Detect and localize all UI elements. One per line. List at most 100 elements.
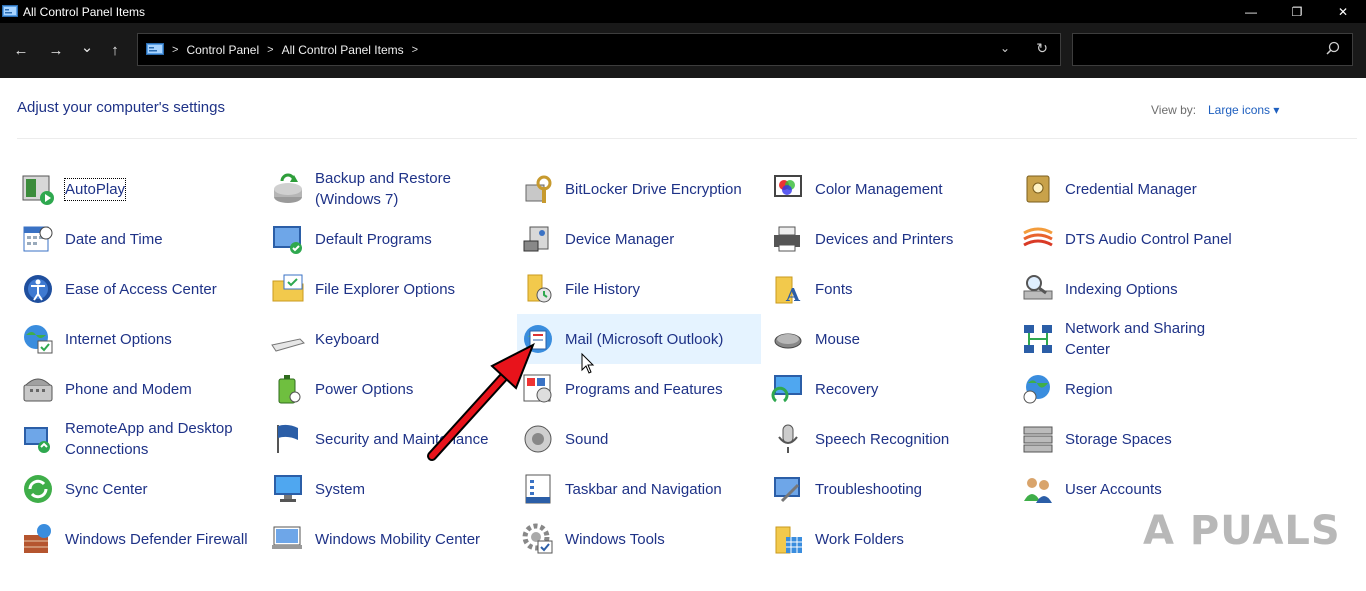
item-sound[interactable]: Sound (517, 414, 761, 464)
window-title: All Control Panel Items (23, 4, 146, 19)
printer-icon (774, 226, 800, 252)
sync-icon (24, 475, 52, 503)
item-keyboard[interactable]: Keyboard (267, 314, 511, 364)
item-label: Troubleshooting (815, 480, 923, 498)
recovery-icon (771, 375, 802, 403)
item-work-folders[interactable]: Work Folders (767, 514, 1011, 564)
item-file-history[interactable]: File History (517, 264, 761, 314)
item-label: Programs and Features (565, 380, 723, 398)
item-sync-center[interactable]: Sync Center (17, 464, 261, 514)
remoteapp-icon (24, 427, 50, 453)
internet-options-icon (24, 325, 53, 354)
item-internet-options[interactable]: Internet Options (17, 314, 261, 364)
item-label: Taskbar and Navigation (565, 480, 722, 498)
item-backup-and-restore-windows-7[interactable]: Backup and Restore (Windows 7) (267, 164, 511, 214)
item-bitlocker-drive-encryption[interactable]: BitLocker Drive Encryption (517, 164, 761, 214)
item-label: Indexing Options (1065, 280, 1178, 298)
credential-icon (1026, 175, 1050, 203)
item-label: BitLocker Drive Encryption (565, 180, 742, 198)
item-windows-mobility-center[interactable]: Windows Mobility Center (267, 514, 511, 564)
item-label: Windows Defender Firewall (65, 530, 248, 548)
forward-button[interactable]: → (45, 39, 67, 61)
breadcrumb-control-panel[interactable]: Control Panel (186, 43, 259, 57)
up-button[interactable]: ↑ (104, 39, 126, 61)
item-default-programs[interactable]: Default Programs (267, 214, 511, 264)
item-user-accounts[interactable]: User Accounts (1017, 464, 1261, 514)
title-bar: All Control Panel Items — ❐ ✕ (0, 0, 1366, 23)
storage-icon (1023, 426, 1053, 453)
item-troubleshooting[interactable]: Troubleshooting (767, 464, 1011, 514)
calendar-icon (23, 226, 53, 252)
microphone-icon (778, 424, 798, 453)
item-windows-tools[interactable]: Windows Tools (517, 514, 761, 564)
item-fonts[interactable]: A Fonts (767, 264, 1011, 314)
item-network-and-sharing-center[interactable]: Network and Sharing Center (1017, 314, 1261, 364)
search-icon[interactable] (1326, 41, 1340, 55)
minimize-button[interactable]: — (1228, 0, 1274, 23)
item-device-manager[interactable]: Device Manager (517, 214, 761, 264)
item-color-management[interactable]: Color Management (767, 164, 1011, 214)
item-speech-recognition[interactable]: Speech Recognition (767, 414, 1011, 464)
item-label: Windows Mobility Center (315, 530, 481, 548)
item-autoplay[interactable]: AutoPlay (17, 164, 261, 214)
breadcrumb-separator: > (172, 43, 179, 56)
item-dts-audio-control-panel[interactable]: DTS Audio Control Panel (1017, 214, 1261, 264)
item-devices-and-printers[interactable]: Devices and Printers (767, 214, 1011, 264)
view-by-dropdown[interactable]: Large icons ▾ (1208, 103, 1279, 117)
item-file-explorer-options[interactable]: File Explorer Options (267, 264, 511, 314)
item-remoteapp-and-desktop-connections[interactable]: RemoteApp and Desktop Connections (17, 414, 261, 464)
item-system[interactable]: System (267, 464, 511, 514)
indexing-icon (1023, 275, 1053, 300)
ease-of-access-icon (24, 275, 52, 303)
item-region[interactable]: Region (1017, 364, 1261, 414)
item-label: User Accounts (1065, 480, 1162, 498)
item-label: Default Programs (315, 230, 432, 248)
appuals-watermark: A PUALS (1143, 508, 1341, 554)
network-icon (1024, 325, 1052, 353)
close-button[interactable]: ✕ (1320, 0, 1366, 23)
default-programs-icon (273, 226, 302, 254)
item-label: Internet Options (65, 330, 172, 348)
keyboard-icon (271, 338, 305, 352)
item-label: System (315, 480, 366, 498)
mouse-icon (774, 333, 802, 349)
item-mouse[interactable]: Mouse (767, 314, 1011, 364)
work-folders-icon (775, 526, 802, 554)
recent-locations-button[interactable]: ⌄ (76, 36, 98, 58)
maximize-button[interactable]: ❐ (1274, 0, 1320, 23)
item-date-and-time[interactable]: Date and Time (17, 214, 261, 264)
control-panel-icon (2, 4, 18, 17)
battery-icon (278, 375, 301, 404)
item-power-options[interactable]: Power Options (267, 364, 511, 414)
item-storage-spaces[interactable]: Storage Spaces (1017, 414, 1261, 464)
refresh-button[interactable]: ↻ (1036, 40, 1048, 57)
item-label: Keyboard (315, 330, 380, 348)
breadcrumb-all-items[interactable]: All Control Panel Items (282, 43, 404, 57)
item-label: Phone and Modem (65, 380, 192, 398)
mail-icon (524, 325, 552, 353)
address-dropdown-button[interactable]: ⌄ (1000, 41, 1010, 55)
page-title: Adjust your computer's settings (17, 99, 225, 116)
item-windows-defender-firewall[interactable]: Windows Defender Firewall (17, 514, 261, 564)
color-management-icon (774, 175, 802, 197)
item-ease-of-access-center[interactable]: Ease of Access Center (17, 264, 261, 314)
item-label: RemoteApp and Desktop Connections (65, 420, 233, 458)
item-label: Backup and Restore (Windows 7) (315, 170, 451, 208)
item-mail-microsoft-outlook[interactable]: Mail (Microsoft Outlook) (517, 314, 761, 364)
item-indexing-options[interactable]: Indexing Options (1017, 264, 1261, 314)
item-label: Mouse (815, 330, 861, 348)
item-credential-manager[interactable]: Credential Manager (1017, 164, 1261, 214)
item-recovery[interactable]: Recovery (767, 364, 1011, 414)
item-programs-and-features[interactable]: Programs and Features (517, 364, 761, 414)
item-taskbar-and-navigation[interactable]: Taskbar and Navigation (517, 464, 761, 514)
address-bar[interactable]: > Control Panel > All Control Panel Item… (137, 33, 1061, 66)
view-by-label: View by: (1151, 103, 1197, 117)
breadcrumb-separator[interactable]: > (412, 44, 418, 56)
item-phone-and-modem[interactable]: Phone and Modem (17, 364, 261, 414)
item-security-and-maintenance[interactable]: Security and Maintenance (267, 414, 511, 464)
breadcrumb-separator[interactable]: > (267, 44, 273, 56)
back-button[interactable]: ← (10, 39, 32, 61)
search-box[interactable] (1072, 33, 1353, 66)
item-label: Mail (Microsoft Outlook) (565, 330, 724, 348)
flag-icon (277, 424, 298, 453)
